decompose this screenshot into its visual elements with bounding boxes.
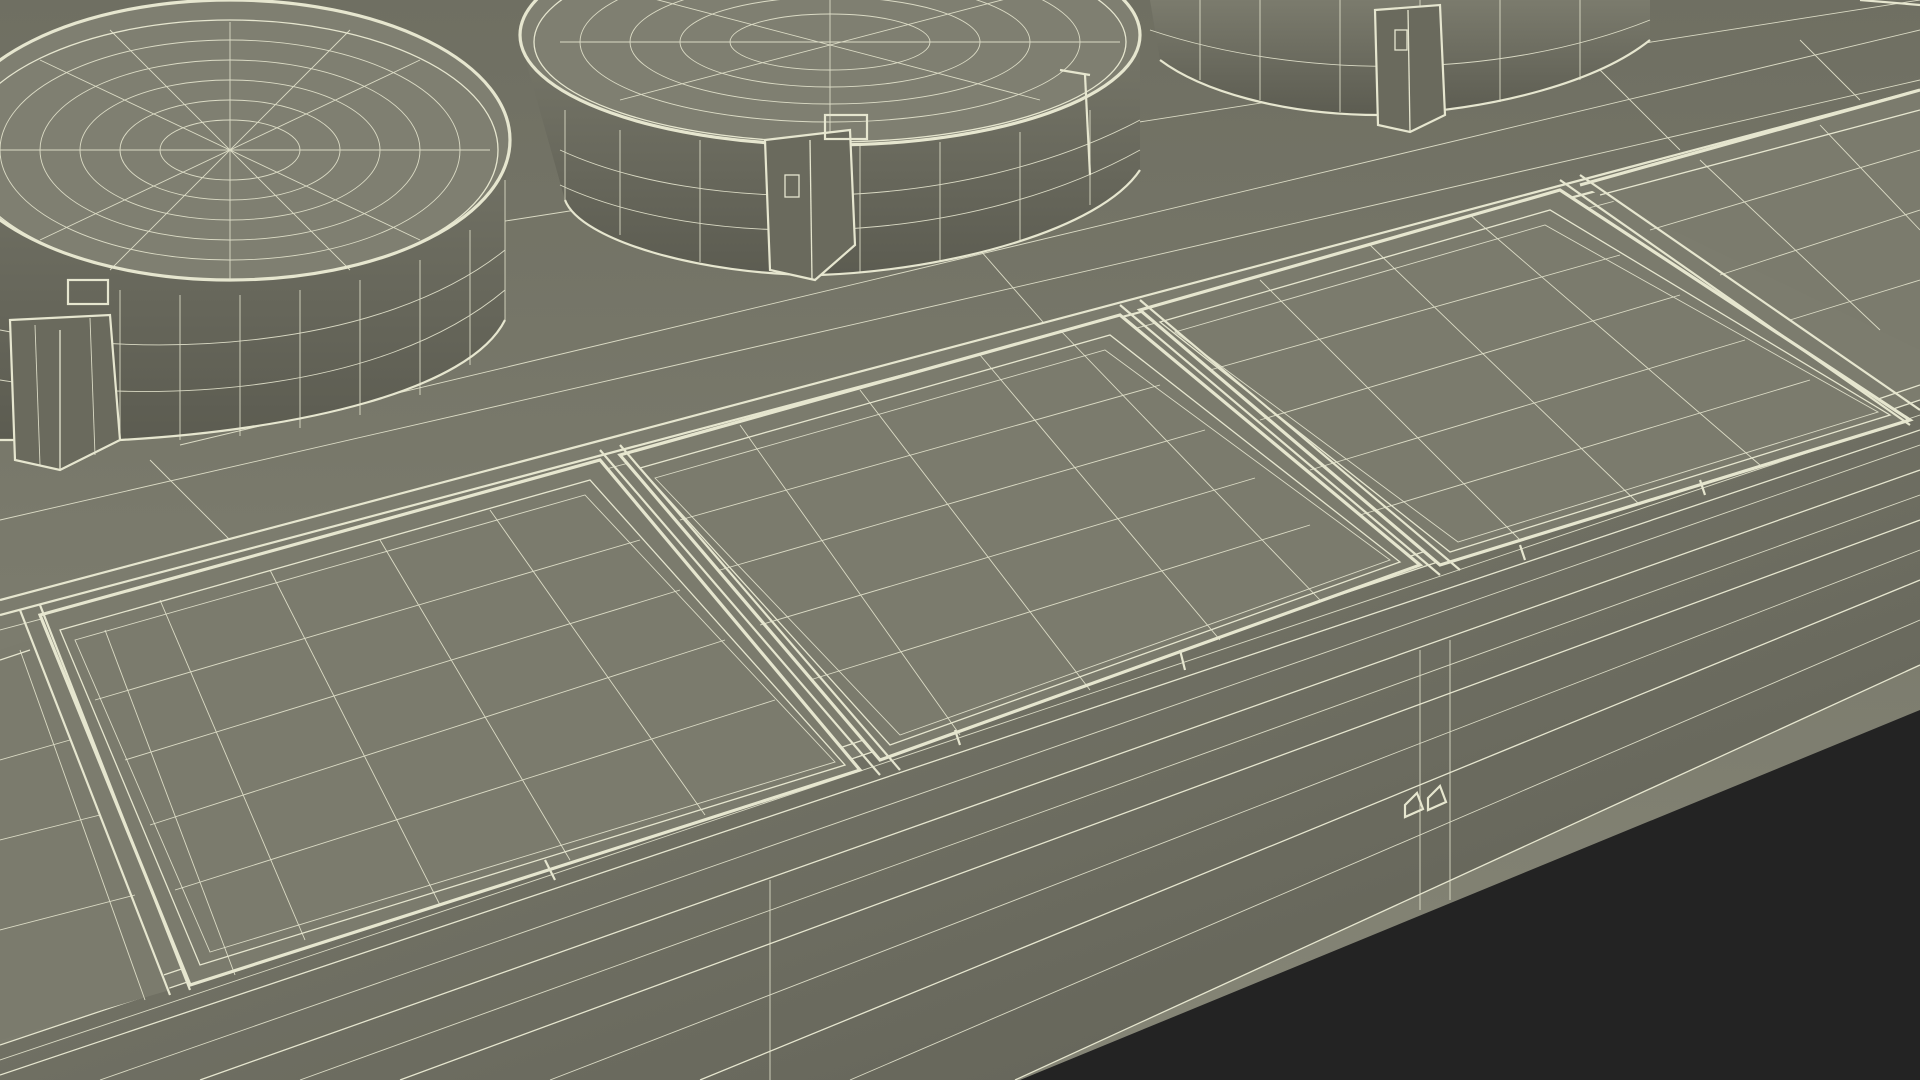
stair-tower xyxy=(1373,3,1447,134)
wireframe-scene xyxy=(0,0,1920,1080)
wireframe-viewport[interactable] xyxy=(0,0,1920,1080)
